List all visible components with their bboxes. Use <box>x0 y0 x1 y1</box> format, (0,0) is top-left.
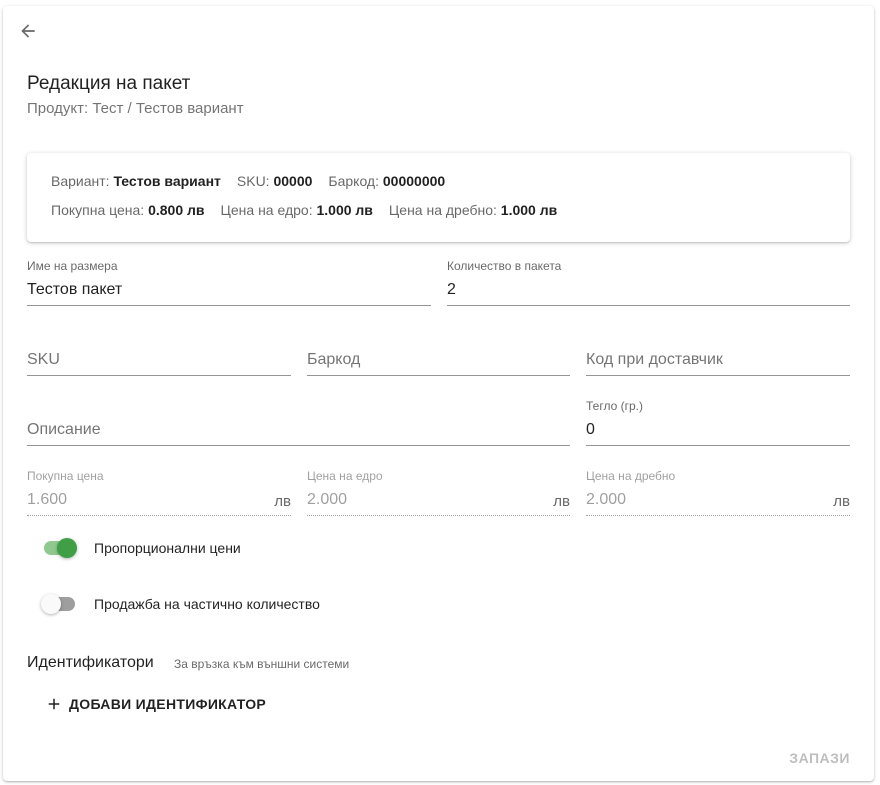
retail-price-underline <box>586 515 850 516</box>
arrow-left-icon <box>18 21 38 46</box>
size-name-input[interactable]: Тестов пакет <box>27 281 122 299</box>
plus-icon <box>45 695 63 713</box>
switch-knob <box>41 594 61 614</box>
variant-info-box: Вариант: Тестов вариант SKU: 00000 Барко… <box>27 153 850 242</box>
page-subtitle: Продукт: Тест / Тестов вариант <box>27 100 244 117</box>
proportional-prices-switch[interactable] <box>41 538 77 558</box>
purchase-price-underline <box>27 515 291 516</box>
supplier-code-input[interactable]: Код при доставчик <box>586 351 723 369</box>
identifiers-title: Идентификатори <box>27 654 154 671</box>
info-wholesale-label: Цена на едро: <box>220 201 313 218</box>
weight-underline <box>586 445 850 446</box>
save-button[interactable]: ЗАПАЗИ <box>789 750 850 766</box>
description-input[interactable]: Описание <box>27 421 101 439</box>
quantity-input[interactable]: 2 <box>447 281 456 299</box>
info-sku-label: SKU: <box>236 172 270 189</box>
sku-field[interactable]: SKU <box>27 326 291 378</box>
info-retail-value: 1.000 лв <box>500 201 558 218</box>
identifiers-hint: За връзка към външни системи <box>174 657 350 671</box>
info-barcode: Баркод: 00000000 <box>328 173 445 189</box>
retail-price-currency: лв <box>833 493 850 510</box>
retail-price-input: 2.000 <box>586 491 627 508</box>
info-variant: Вариант: Тестов вариант <box>51 173 221 189</box>
supplier-code-underline <box>586 375 850 376</box>
info-barcode-label: Баркод: <box>328 172 379 189</box>
quantity-underline <box>447 305 850 306</box>
info-purchase-value: 0.800 лв <box>148 201 205 218</box>
wholesale-price-underline <box>307 515 570 516</box>
info-purchase-label: Покупна цена: <box>51 201 145 218</box>
info-variant-value: Тестов вариант <box>113 172 221 189</box>
size-name-underline <box>27 305 431 306</box>
purchase-price-currency: лв <box>274 493 291 510</box>
info-barcode-value: 00000000 <box>382 172 446 189</box>
supplier-code-field[interactable]: Код при доставчик <box>586 326 850 378</box>
info-wholesale-price: Цена на едро: 1.000 лв <box>221 202 373 218</box>
size-name-field[interactable]: Име на размера Тестов пакет <box>27 256 431 308</box>
add-identifier-label: ДОБАВИ ИДЕНТИФИКАТОР <box>69 696 267 712</box>
purchase-price-input: 1.600 <box>27 491 68 508</box>
proportional-prices-label: Пропорционални цени <box>94 540 241 556</box>
description-underline <box>27 445 570 446</box>
size-name-label: Име на размера <box>27 259 118 273</box>
edit-package-card: Редакция на пакет Продукт: Тест / Тестов… <box>3 6 874 781</box>
barcode-field[interactable]: Баркод <box>307 326 570 378</box>
weight-label: Тегло (гр.) <box>586 399 643 413</box>
weight-field[interactable]: Тегло (гр.) 0 <box>586 396 850 448</box>
info-retail-label: Цена на дребно: <box>388 201 497 218</box>
partial-quantity-switch[interactable] <box>41 594 77 614</box>
info-retail-price: Цена на дребно: 1.000 лв <box>389 202 557 218</box>
add-identifier-button[interactable]: ДОБАВИ ИДЕНТИФИКАТОР <box>45 692 266 716</box>
retail-price-field: Цена на дребно 2.000 лв <box>586 466 850 518</box>
info-line-prices: Покупна цена: 0.800 лв Цена на едро: 1.0… <box>51 199 826 220</box>
purchase-price-label: Покупна цена <box>27 469 104 483</box>
quantity-label: Количество в пакета <box>447 259 562 273</box>
wholesale-price-label: Цена на едро <box>307 469 383 483</box>
info-variant-label: Вариант: <box>51 172 110 189</box>
purchase-price-field: Покупна цена 1.600 лв <box>27 466 291 518</box>
weight-input[interactable]: 0 <box>586 421 595 439</box>
info-sku-value: 00000 <box>273 172 313 189</box>
info-sku: SKU: 00000 <box>237 173 313 189</box>
wholesale-price-currency: лв <box>553 493 570 510</box>
back-button[interactable] <box>15 20 41 46</box>
wholesale-price-field: Цена на едро 2.000 лв <box>307 466 570 518</box>
sku-input[interactable]: SKU <box>27 351 60 369</box>
description-field[interactable]: Описание <box>27 396 570 448</box>
retail-price-label: Цена на дребно <box>586 469 676 483</box>
quantity-field[interactable]: Количество в пакета 2 <box>447 256 850 308</box>
info-wholesale-value: 1.000 лв <box>316 201 373 218</box>
wholesale-price-input: 2.000 <box>307 491 348 508</box>
switch-knob <box>57 538 77 558</box>
barcode-underline <box>307 375 570 376</box>
partial-quantity-toggle[interactable]: Продажба на частично количество <box>41 594 320 614</box>
info-purchase-price: Покупна цена: 0.800 лв <box>51 202 205 218</box>
barcode-input[interactable]: Баркод <box>307 351 360 369</box>
info-line-identity: Вариант: Тестов вариант SKU: 00000 Барко… <box>51 170 826 191</box>
page-title: Редакция на пакет <box>27 73 191 94</box>
sku-underline <box>27 375 291 376</box>
proportional-prices-toggle[interactable]: Пропорционални цени <box>41 538 241 558</box>
partial-quantity-label: Продажба на частично количество <box>94 596 320 612</box>
